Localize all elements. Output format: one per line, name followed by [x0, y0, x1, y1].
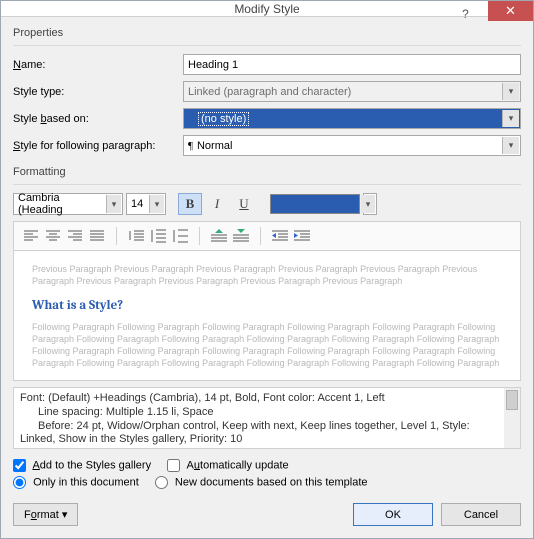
help-button[interactable]: ? — [443, 4, 488, 24]
bold-button[interactable]: B — [178, 193, 202, 215]
font-family-select[interactable]: Cambria (Heading ▾ — [13, 193, 123, 215]
italic-button[interactable]: I — [205, 193, 229, 215]
style-type-label: Style type: — [13, 86, 183, 98]
following-label: Style for following paragraph: — [13, 140, 183, 152]
description-box: Font: (Default) +Headings (Cambria), 14 … — [13, 387, 521, 449]
decrease-indent-button[interactable] — [269, 226, 291, 246]
following-select[interactable]: ¶ Normal ▾ — [183, 135, 521, 156]
color-swatch[interactable] — [270, 194, 360, 214]
paragraph-toolbar — [13, 221, 521, 251]
based-on-label: Style based on: — [13, 113, 183, 125]
underline-button[interactable]: U — [232, 193, 256, 215]
style-type-value: Linked (paragraph and character) — [188, 86, 351, 98]
formatting-heading: Formatting — [13, 166, 521, 178]
font-size-select[interactable]: 14 ▾ — [126, 193, 166, 215]
pilcrow-icon: ¶ — [188, 140, 193, 152]
based-on-value: (no style) — [198, 112, 249, 126]
style-type-select: Linked (paragraph and character) ▾ — [183, 81, 521, 102]
align-left-button[interactable] — [20, 226, 42, 246]
titlebar: Modify Style ? ✕ — [1, 1, 533, 17]
chevron-down-icon[interactable]: ▾ — [502, 110, 519, 127]
following-value: Normal — [197, 140, 232, 152]
space-before-down-button[interactable] — [230, 226, 252, 246]
add-gallery-checkbox[interactable]: Add to the Styles gallery — [13, 459, 151, 472]
auto-update-checkbox[interactable]: Automatically update — [167, 459, 289, 472]
preview-prev-text: Previous Paragraph Previous Paragraph Pr… — [32, 263, 502, 287]
chevron-down-icon[interactable]: ▾ — [361, 195, 375, 213]
align-center-button[interactable] — [42, 226, 64, 246]
ok-button[interactable]: OK — [353, 503, 433, 526]
name-input[interactable] — [183, 54, 521, 75]
color-dropdown[interactable]: ▾ — [363, 193, 377, 215]
new-docs-radio[interactable]: New documents based on this template — [155, 476, 368, 489]
space-before-up-button[interactable] — [208, 226, 230, 246]
only-doc-radio[interactable]: Only in this document — [13, 476, 139, 489]
increase-indent-button[interactable] — [291, 226, 313, 246]
line-spacing-15-button[interactable] — [147, 226, 169, 246]
preview-pane: Previous Paragraph Previous Paragraph Pr… — [13, 251, 521, 381]
align-right-button[interactable] — [64, 226, 86, 246]
modify-style-dialog: Modify Style ? ✕ Properties Name: Style … — [0, 0, 534, 539]
chevron-down-icon[interactable]: ▾ — [106, 195, 121, 213]
cancel-button[interactable]: Cancel — [441, 503, 521, 526]
name-label: Name: — [13, 59, 183, 71]
based-on-select[interactable]: (no style) ▾ — [183, 108, 521, 129]
properties-heading: Properties — [13, 27, 521, 39]
chevron-down-icon[interactable]: ▾ — [149, 195, 164, 213]
preview-following-text: Following Paragraph Following Paragraph … — [32, 321, 502, 370]
preview-sample-text: What is a Style? — [32, 297, 502, 315]
scrollbar[interactable] — [504, 388, 520, 448]
chevron-down-icon[interactable]: ▾ — [502, 137, 519, 154]
line-spacing-2-button[interactable] — [169, 226, 191, 246]
close-button[interactable]: ✕ — [488, 1, 533, 21]
format-button[interactable]: Format ▾ — [13, 503, 78, 526]
align-justify-button[interactable] — [86, 226, 108, 246]
line-spacing-1-button[interactable] — [125, 226, 147, 246]
chevron-down-icon: ▾ — [502, 83, 519, 100]
